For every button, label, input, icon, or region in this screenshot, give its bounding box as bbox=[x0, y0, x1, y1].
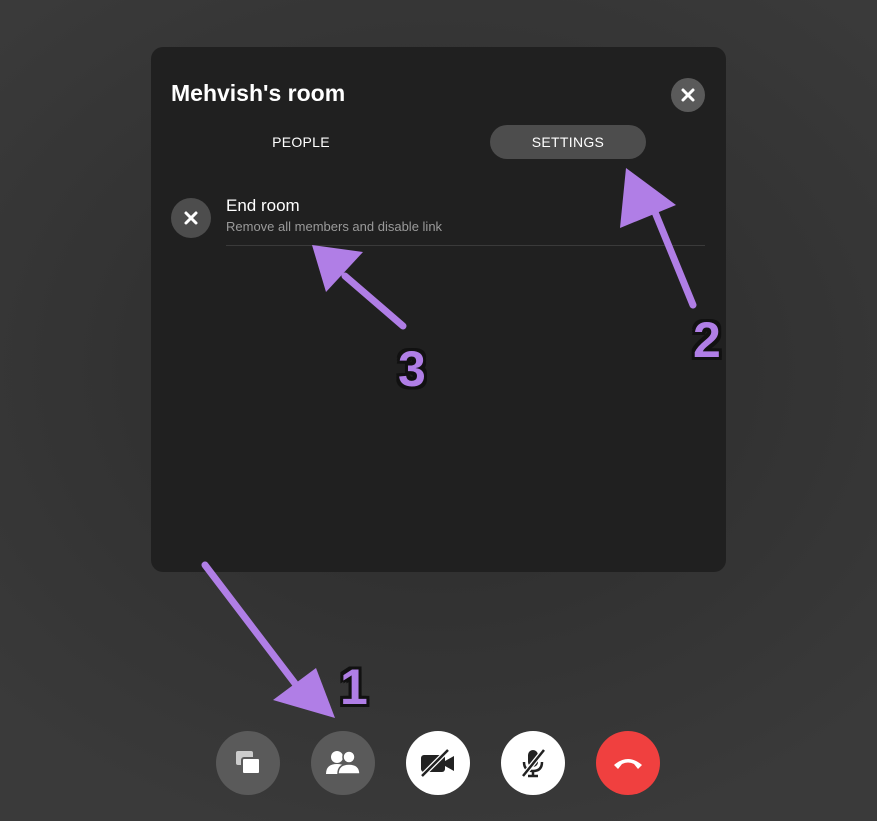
annotation-label-3: 3 bbox=[398, 341, 426, 397]
end-room-icon[interactable] bbox=[171, 198, 211, 238]
room-panel: Mehvish's room PEOPLE SETTINGS End room … bbox=[151, 47, 726, 572]
divider bbox=[226, 245, 705, 246]
tab-settings[interactable]: SETTINGS bbox=[490, 125, 646, 159]
video-off-icon bbox=[420, 748, 454, 778]
end-room-subtitle: Remove all members and disable link bbox=[226, 219, 443, 234]
room-title: Mehvish's room bbox=[171, 80, 346, 106]
close-icon bbox=[184, 211, 198, 225]
screen-share-icon bbox=[236, 751, 261, 775]
arrow-1 bbox=[201, 561, 335, 718]
people-icon bbox=[326, 750, 361, 775]
people-button[interactable] bbox=[311, 731, 375, 795]
annotation-label-1: 1 bbox=[340, 659, 368, 715]
end-call-button[interactable] bbox=[596, 731, 660, 795]
end-room-title: End room bbox=[226, 196, 300, 215]
close-button[interactable] bbox=[671, 78, 705, 112]
screen-share-button[interactable] bbox=[216, 731, 280, 795]
annotation-label-2: 2 bbox=[693, 312, 721, 368]
video-toggle-button[interactable] bbox=[406, 731, 470, 795]
mic-off-icon bbox=[521, 748, 546, 778]
close-icon bbox=[681, 88, 695, 102]
mic-toggle-button[interactable] bbox=[501, 731, 565, 795]
end-call-icon bbox=[614, 759, 642, 769]
tab-people[interactable]: PEOPLE bbox=[221, 125, 381, 159]
end-room-item[interactable]: End room Remove all members and disable … bbox=[171, 196, 705, 246]
